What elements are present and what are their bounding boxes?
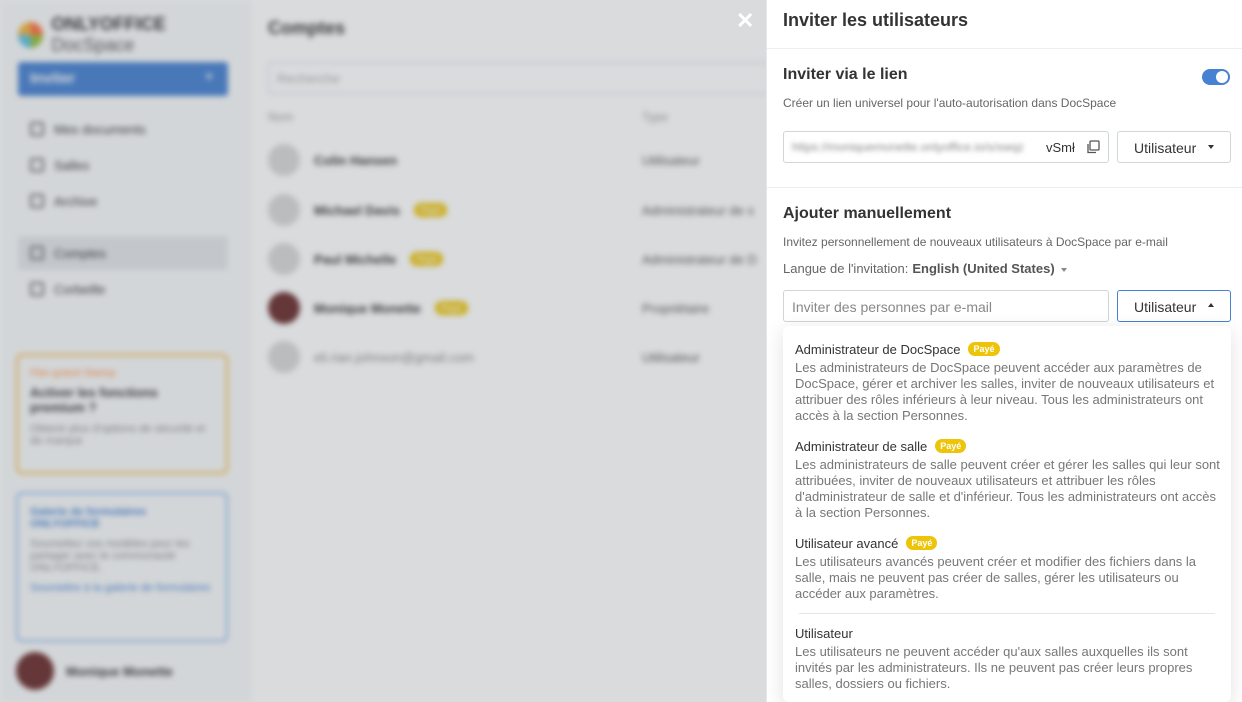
panel-title: Inviter les utilisateurs bbox=[783, 10, 969, 30]
paid-badge: Payé bbox=[968, 342, 1000, 356]
link-role-value: Utilisateur bbox=[1134, 140, 1197, 156]
role-option-description: Les utilisateurs avancés peuvent créer e… bbox=[795, 554, 1197, 601]
language-label: Langue de l'invitation: bbox=[783, 261, 909, 276]
chevron-down-icon bbox=[1208, 145, 1214, 149]
invite-link-subtitle: Créer un lien universel pour l'auto-auto… bbox=[783, 96, 1117, 110]
invite-link-toggle[interactable] bbox=[1202, 69, 1230, 85]
chevron-up-icon bbox=[1208, 303, 1214, 307]
link-role-select[interactable]: Utilisateur bbox=[1117, 131, 1231, 163]
manual-role-select[interactable]: Utilisateur bbox=[1117, 290, 1231, 322]
close-icon[interactable]: ✕ bbox=[736, 8, 754, 34]
divider bbox=[799, 613, 1215, 614]
role-option-description: Les administrateurs de DocSpace peuvent … bbox=[795, 360, 1215, 423]
role-option-user[interactable]: Utilisateur Les utilisateurs ne peuvent … bbox=[795, 624, 1223, 692]
toggle-knob bbox=[1216, 71, 1228, 83]
role-option-title: Utilisateur bbox=[795, 625, 853, 641]
divider bbox=[767, 48, 1242, 49]
chevron-down-icon bbox=[1060, 267, 1067, 272]
language-value[interactable]: English (United States) bbox=[912, 261, 1054, 276]
invite-link-url-tail: vSmł bbox=[1046, 140, 1075, 155]
divider bbox=[767, 187, 1242, 188]
role-option-title: Administrateur de DocSpace bbox=[795, 341, 961, 357]
paid-badge: Payé bbox=[935, 439, 967, 453]
email-invite-input[interactable]: Inviter des personnes par e-mail bbox=[783, 290, 1109, 322]
role-option-room-admin[interactable]: Administrateur de salle Payé Les administ… bbox=[795, 437, 1223, 521]
paid-badge: Payé bbox=[906, 536, 938, 550]
role-dropdown: Administrateur de DocSpace Payé Les admin… bbox=[783, 326, 1231, 702]
manual-add-subtitle: Invitez personnellement de nouveaux util… bbox=[783, 235, 1168, 249]
invite-users-panel: Inviter les utilisateurs Inviter via le … bbox=[766, 0, 1242, 702]
role-option-description: Les administrateurs de salle peuvent cré… bbox=[795, 457, 1220, 520]
invite-link-title: Inviter via le lien bbox=[783, 66, 908, 83]
copy-icon[interactable] bbox=[1086, 140, 1100, 154]
role-option-title: Utilisateur avancé bbox=[795, 535, 899, 551]
invite-link-url: https://moniquemonette.onlyoffice.io/s/x… bbox=[792, 140, 1024, 154]
manual-role-value: Utilisateur bbox=[1134, 299, 1197, 315]
role-option-title: Administrateur de salle bbox=[795, 438, 928, 454]
manual-add-title: Ajouter manuellement bbox=[783, 205, 952, 222]
role-option-power-user[interactable]: Utilisateur avancé Payé Les utilisateurs … bbox=[795, 534, 1223, 602]
invite-link-field[interactable]: https://moniquemonette.onlyoffice.io/s/x… bbox=[783, 131, 1109, 163]
role-option-docspace-admin[interactable]: Administrateur de DocSpace Payé Les admin… bbox=[795, 340, 1223, 424]
role-option-description: Les utilisateurs ne peuvent accéder qu'a… bbox=[795, 644, 1193, 691]
modal-backdrop[interactable] bbox=[0, 0, 766, 702]
invitation-language[interactable]: Langue de l'invitation: English (United S… bbox=[783, 261, 1067, 276]
